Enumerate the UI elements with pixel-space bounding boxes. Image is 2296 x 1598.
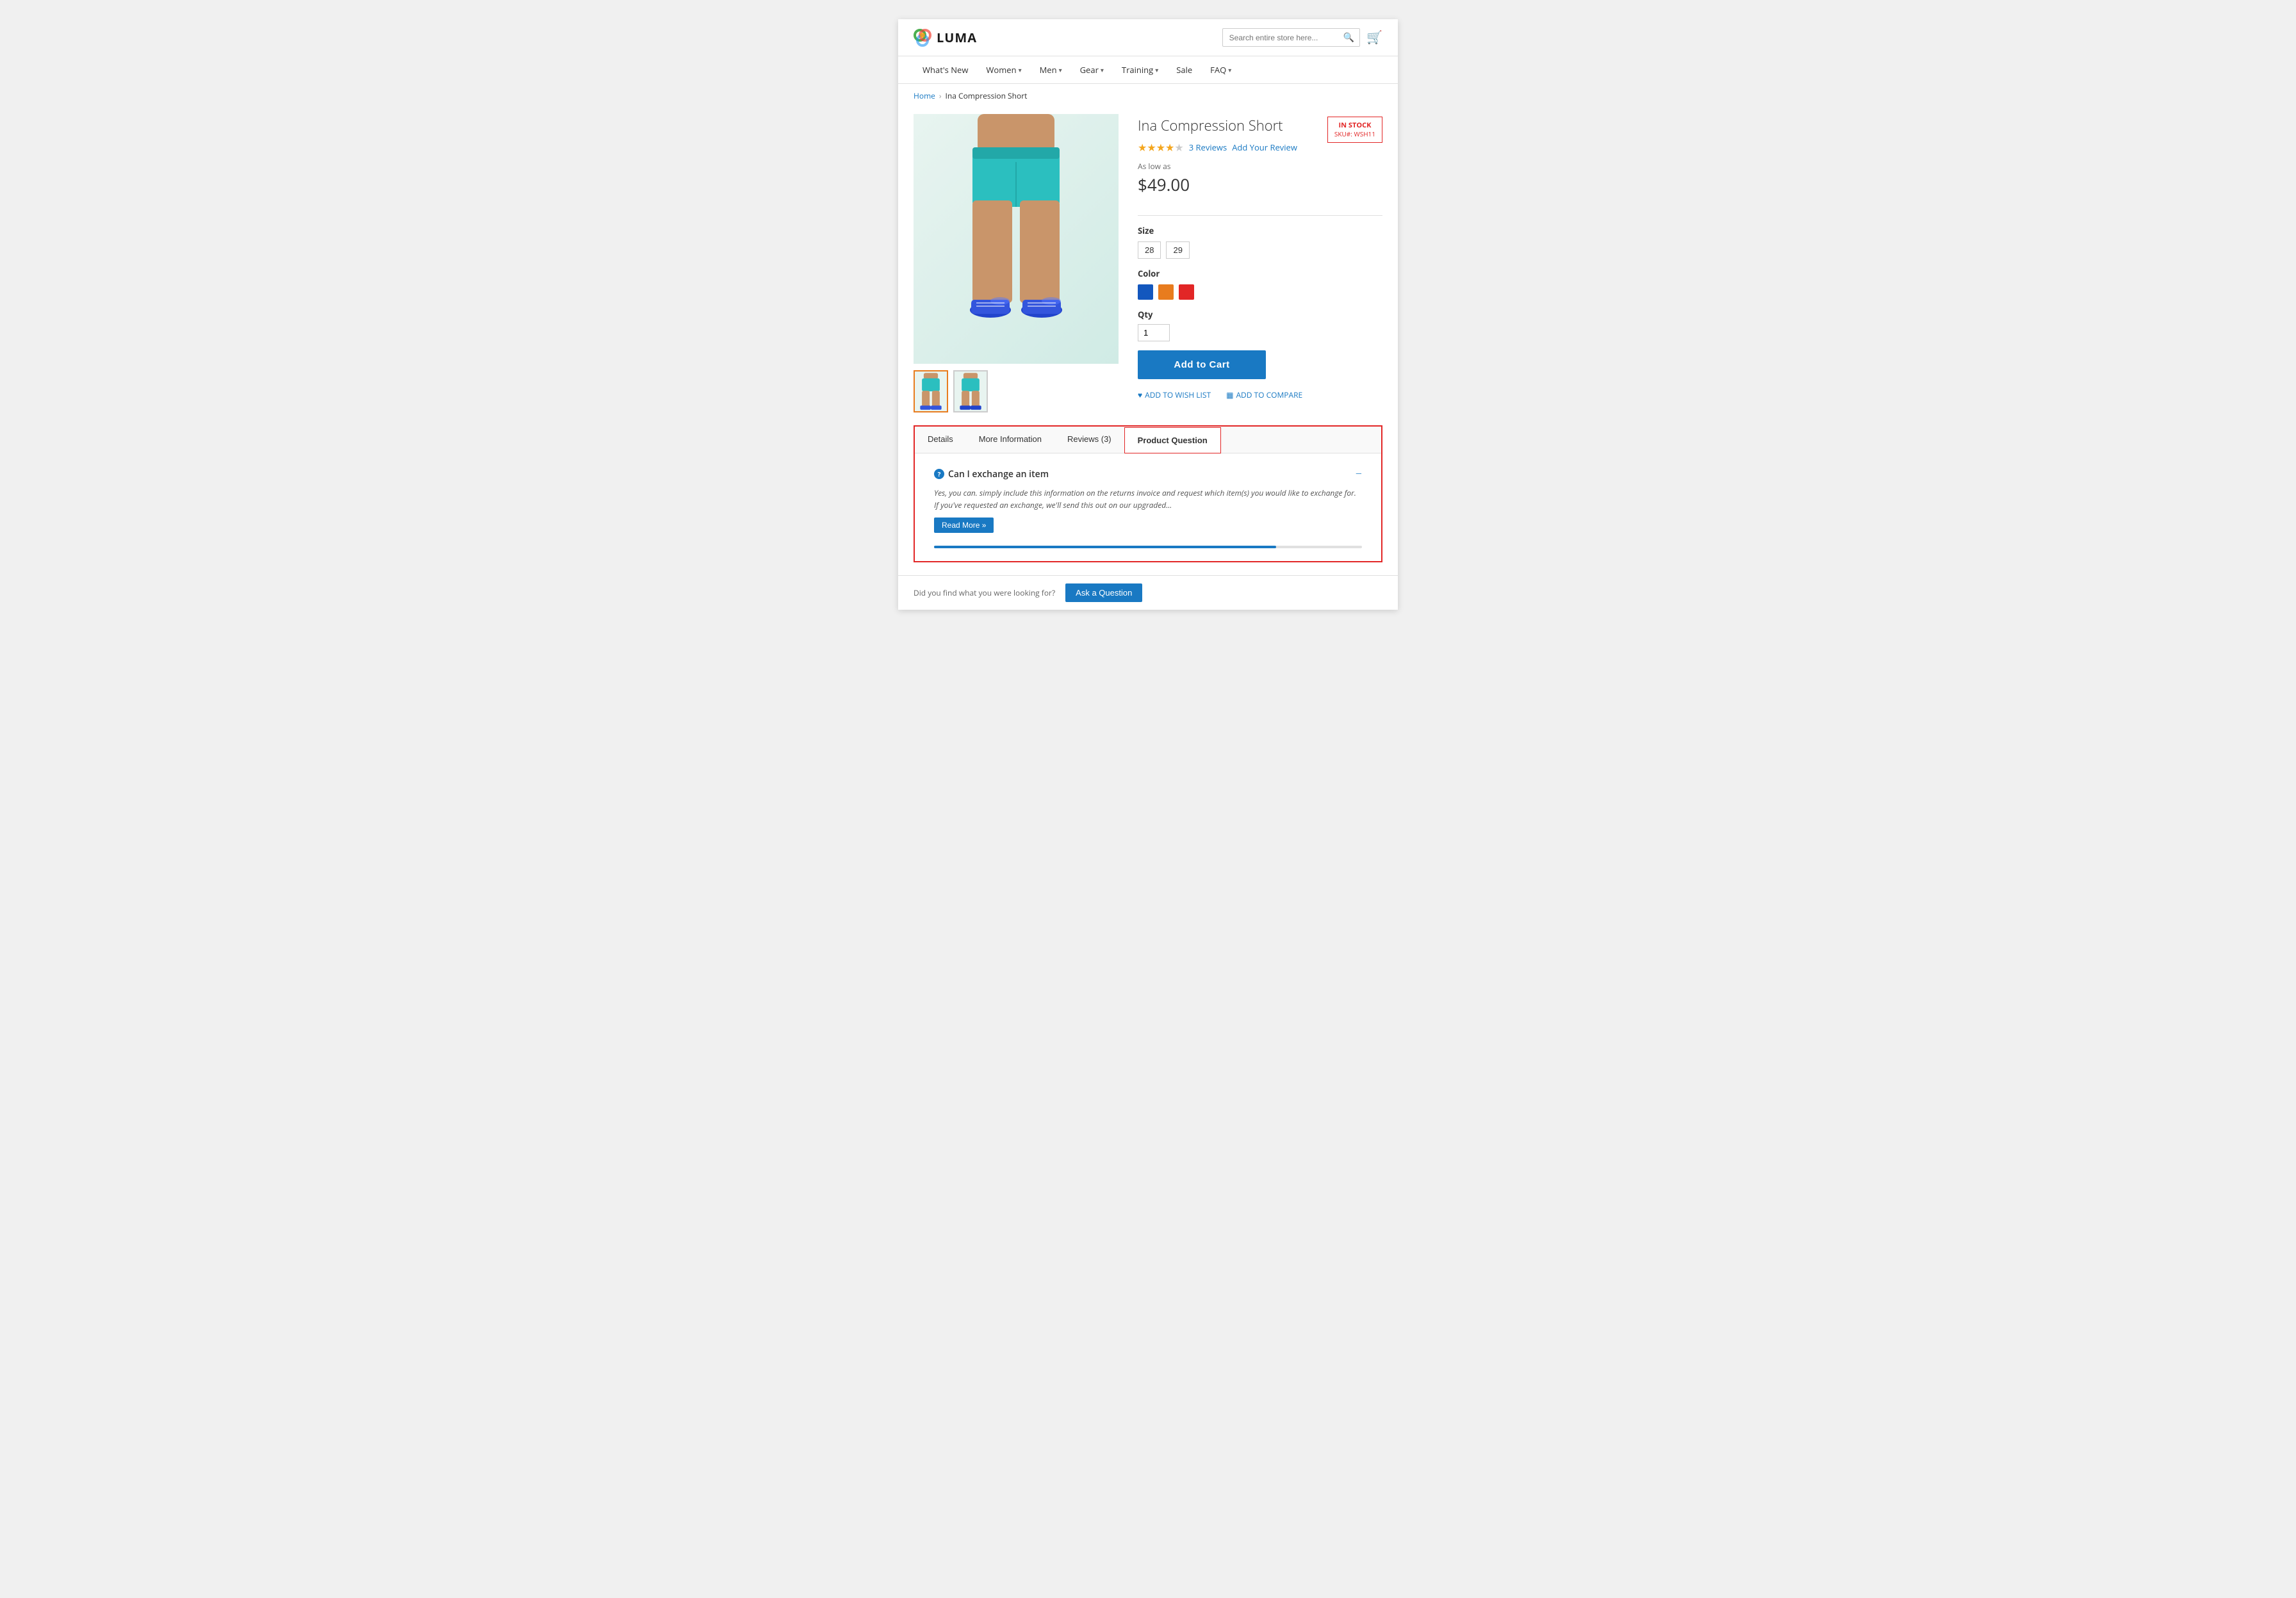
nav-item-gear[interactable]: Gear ▾ (1071, 56, 1113, 83)
breadcrumb: Home › Ina Compression Short (898, 84, 1398, 108)
price-section: As low as $49.00 (1138, 161, 1382, 196)
product-divider (1138, 215, 1382, 216)
size-29-button[interactable]: 29 (1166, 241, 1189, 259)
add-to-wishlist-link[interactable]: ♥ ADD TO WISH LIST (1138, 389, 1211, 400)
faq-question: ? Can I exchange an item − (934, 466, 1362, 482)
faq-item: ? Can I exchange an item − Yes, you can.… (934, 466, 1362, 533)
tab-product-question[interactable]: Product Question (1124, 427, 1221, 453)
product-section: IN STOCK SKU#: WSH11 Ina Compression Sho… (898, 108, 1398, 425)
as-low-as-label: As low as (1138, 161, 1382, 172)
wishlist-compare-row: ♥ ADD TO WISH LIST ▦ ADD TO COMPARE (1138, 389, 1382, 400)
footer-bar: Did you find what you were looking for? … (898, 575, 1398, 610)
chevron-down-icon: ▾ (1059, 65, 1062, 74)
search-input[interactable] (1223, 30, 1338, 45)
nav-item-training[interactable]: Training ▾ (1113, 56, 1167, 83)
faq-question-text: Can I exchange an item (948, 468, 1049, 480)
color-blue-swatch[interactable] (1138, 284, 1153, 300)
product-price: $49.00 (1138, 173, 1382, 196)
qty-input[interactable] (1138, 324, 1170, 341)
stock-label: IN STOCK (1334, 121, 1375, 130)
size-label: Size (1138, 225, 1382, 236)
product-info: IN STOCK SKU#: WSH11 Ina Compression Sho… (1138, 114, 1382, 412)
faq-q-icon: ? (934, 469, 944, 479)
ask-question-button[interactable]: Ask a Question (1065, 583, 1142, 602)
compare-icon: ▦ (1226, 389, 1233, 400)
tab-content: ? Can I exchange an item − Yes, you can.… (915, 453, 1381, 561)
tabs-header: Details More Information Reviews (3) Pro… (915, 427, 1381, 453)
add-review-link[interactable]: Add Your Review (1232, 142, 1297, 153)
main-product-image[interactable] (914, 114, 1119, 364)
faq-collapse-icon[interactable]: − (1356, 466, 1362, 482)
size-options: 28 29 (1138, 241, 1382, 259)
heart-icon: ♥ (1138, 389, 1142, 400)
color-options (1138, 284, 1382, 300)
color-orange-swatch[interactable] (1158, 284, 1174, 300)
search-bar[interactable]: 🔍 (1222, 28, 1360, 47)
faq-answer: Yes, you can. simply include this inform… (934, 487, 1362, 511)
chevron-down-icon: ▾ (1101, 65, 1104, 74)
thumbnail-2[interactable] (953, 370, 988, 412)
breadcrumb-current: Ina Compression Short (946, 90, 1028, 101)
product-thumbnails (914, 370, 1119, 412)
add-to-compare-link[interactable]: ▦ ADD TO COMPARE (1226, 389, 1302, 400)
chevron-down-icon: ▾ (1155, 65, 1158, 74)
header-right: 🔍 🛒 (1222, 28, 1382, 47)
nav-item-whats-new[interactable]: What's New (914, 56, 977, 83)
thumbnail-1[interactable] (914, 370, 948, 412)
tab-details[interactable]: Details (915, 427, 966, 453)
product-figure (914, 114, 1119, 364)
color-label: Color (1138, 268, 1382, 279)
logo-icon (914, 29, 931, 47)
sku-label: SKU#: WSH11 (1334, 130, 1375, 138)
add-to-cart-button[interactable]: Add to Cart (1138, 350, 1266, 379)
stock-badge: IN STOCK SKU#: WSH11 (1327, 117, 1382, 143)
nav-item-men[interactable]: Men ▾ (1031, 56, 1071, 83)
site-header: LUMA 🔍 🛒 (898, 19, 1398, 56)
tab-more-info[interactable]: More Information (966, 427, 1054, 453)
size-28-button[interactable]: 28 (1138, 241, 1161, 259)
nav-item-women[interactable]: Women ▾ (977, 56, 1030, 83)
logo[interactable]: LUMA (914, 29, 977, 47)
footer-question-text: Did you find what you were looking for? (914, 587, 1055, 598)
breadcrumb-separator: › (939, 90, 942, 101)
star-rating: ★★★★★ (1138, 140, 1184, 154)
progress-bar (934, 546, 1276, 548)
read-more-button[interactable]: Read More » (934, 518, 994, 533)
logo-text: LUMA (937, 29, 977, 46)
product-gallery (914, 114, 1119, 412)
qty-label: Qty (1138, 309, 1382, 320)
nav-item-faq[interactable]: FAQ ▾ (1201, 56, 1240, 83)
nav-item-sale[interactable]: Sale (1167, 56, 1201, 83)
chevron-down-icon: ▾ (1019, 65, 1022, 74)
tabs-section: Details More Information Reviews (3) Pro… (914, 425, 1382, 562)
search-button[interactable]: 🔍 (1338, 29, 1359, 46)
reviews-link[interactable]: 3 Reviews (1189, 142, 1227, 153)
tab-reviews[interactable]: Reviews (3) (1054, 427, 1124, 453)
main-nav: What's New Women ▾ Men ▾ Gear ▾ Training… (898, 56, 1398, 84)
color-red-swatch[interactable] (1179, 284, 1194, 300)
breadcrumb-home[interactable]: Home (914, 90, 935, 101)
cart-icon-button[interactable]: 🛒 (1366, 29, 1382, 45)
rating-row: ★★★★★ 3 Reviews Add Your Review (1138, 140, 1327, 154)
chevron-down-icon: ▾ (1228, 65, 1231, 74)
progress-bar-container (934, 546, 1362, 548)
